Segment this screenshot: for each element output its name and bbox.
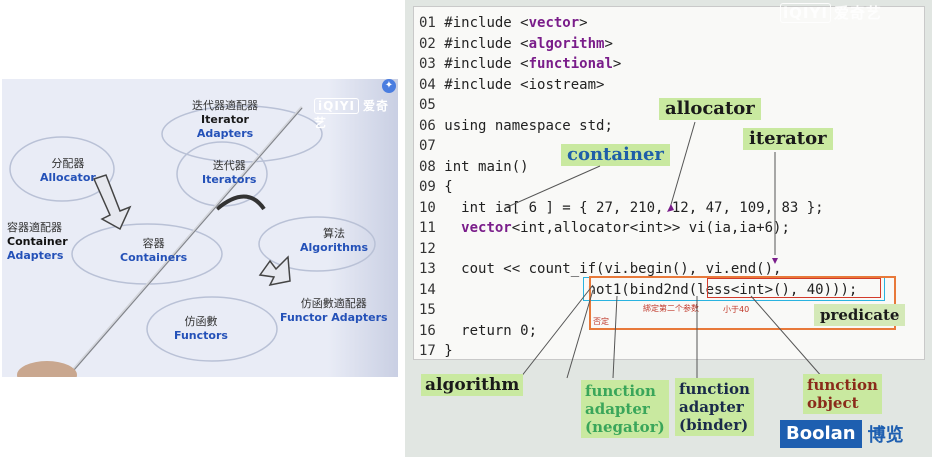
line-number: 14 bbox=[419, 281, 445, 298]
line-number: 17 bbox=[419, 343, 445, 359]
code-line: 15 bbox=[419, 300, 444, 320]
line-number: 03 bbox=[419, 56, 445, 72]
code-text: > bbox=[612, 56, 622, 72]
code-text: > bbox=[579, 15, 588, 31]
container-adapters-label: 容器適配器 Container Adapters bbox=[7, 221, 68, 262]
code-line: 12 bbox=[419, 239, 444, 259]
functors-label: 仿函數 Functors bbox=[174, 315, 228, 342]
code-line: 11 vector<int,allocator<int>> vi(ia,ia+6… bbox=[419, 218, 790, 238]
code-text: { bbox=[444, 179, 453, 195]
line-number: 12 bbox=[419, 240, 445, 257]
iterators-label: 迭代器 Iterators bbox=[202, 159, 257, 186]
line-number: 06 bbox=[419, 117, 445, 134]
containers-label: 容器 Containers bbox=[120, 237, 188, 264]
iterator-tag: iterator bbox=[743, 128, 833, 150]
code-line: 03 #include <functional> bbox=[419, 54, 621, 74]
code-line: 01 #include <vector> bbox=[419, 13, 588, 33]
line-number: 10 bbox=[419, 199, 445, 216]
less-than-note: 小于40 bbox=[723, 305, 750, 314]
negate-note: 否定 bbox=[593, 317, 609, 326]
hand bbox=[17, 361, 77, 377]
line-number: 07 bbox=[419, 138, 445, 154]
code-keyword: algorithm bbox=[528, 35, 605, 52]
code-line: 04 #include <iostream> bbox=[419, 75, 604, 95]
stl-diagram-slide: iQIYI 爱奇艺 ✦ 迭代器適配器 Iterator Adapters 分配器 … bbox=[2, 79, 398, 377]
allocator-tag: allocator bbox=[659, 98, 761, 120]
allocator-label: 分配器 Allocator bbox=[40, 157, 96, 184]
line-number: 05 bbox=[419, 97, 445, 113]
code-slide: 01 #include <vector> 02 #include <algorit… bbox=[405, 0, 932, 457]
code-text: using namespace std; bbox=[444, 117, 613, 134]
code-text: <int,allocator<int>> vi(ia,ia+6); bbox=[511, 220, 790, 236]
code-text: cout << count_if(vi.begin(), vi.end(), bbox=[444, 261, 782, 277]
line-number: 16 bbox=[419, 322, 445, 339]
badge-icon: ✦ bbox=[382, 79, 396, 93]
code-line: 06 using namespace std; bbox=[419, 116, 613, 136]
code-text: #include < bbox=[444, 15, 529, 31]
line-number: 04 bbox=[419, 76, 445, 93]
code-line: 16 return 0; bbox=[419, 321, 537, 341]
boolan-logo: Boolan 博览 bbox=[780, 420, 904, 448]
line-number: 13 bbox=[419, 261, 445, 277]
algorithm-to-functor-arrow bbox=[258, 255, 291, 287]
code-line: 09 { bbox=[419, 177, 453, 197]
code-line: 17 } bbox=[419, 341, 453, 361]
line-number: 08 bbox=[419, 158, 445, 175]
code-text: #include <iostream> bbox=[444, 76, 605, 93]
function-adapter-binder-label: function adapter (binder) bbox=[675, 378, 754, 436]
code-keyword: vector bbox=[528, 15, 580, 31]
code-keyword: vector bbox=[461, 220, 512, 236]
container-tag: container bbox=[561, 144, 670, 166]
code-text: > bbox=[604, 35, 613, 52]
functor-adapters-label: 仿函數適配器 Functor Adapters bbox=[280, 297, 388, 324]
code-text: int ia[ 6 ] = { 27, 210, 12, 47, 109, 83… bbox=[444, 199, 824, 216]
algorithm-label: algorithm bbox=[421, 374, 524, 396]
predicate-tag: predicate bbox=[814, 304, 906, 326]
code-text: #include < bbox=[444, 35, 529, 52]
line-number: 02 bbox=[419, 35, 445, 52]
code-line: 10 int ia[ 6 ] = { 27, 210, 12, 47, 109,… bbox=[419, 198, 824, 218]
line-number: 11 bbox=[419, 220, 445, 236]
code-line: 08 int main() bbox=[419, 157, 529, 177]
function-object-label: function object bbox=[803, 374, 882, 414]
code-keyword: functional bbox=[528, 56, 613, 72]
allocator-to-container-arrow bbox=[92, 174, 132, 231]
function-adapter-negator-label: function adapter (negator) bbox=[581, 380, 669, 438]
algorithms-label: 算法 Algorithms bbox=[300, 227, 369, 254]
code-text: return 0; bbox=[444, 322, 538, 339]
code-line: 02 #include <algorithm> bbox=[419, 34, 613, 54]
line-number: 09 bbox=[419, 179, 445, 195]
code-line: 07 bbox=[419, 136, 444, 156]
bind-second-note: 綁定第二个参数 bbox=[643, 304, 699, 313]
iqiyi-watermark: iQIYI 爱奇艺 bbox=[314, 98, 389, 130]
code-text: } bbox=[444, 343, 453, 359]
line-number: 01 bbox=[419, 15, 445, 31]
iterator-adapters-label: 迭代器適配器 Iterator Adapters bbox=[192, 99, 258, 140]
code-text: #include < bbox=[444, 56, 529, 72]
iqiyi-watermark-right: iQIYI 爱奇艺 bbox=[780, 2, 882, 23]
code-line: 05 bbox=[419, 95, 444, 115]
line-number: 15 bbox=[419, 302, 445, 318]
code-text: int main() bbox=[444, 158, 529, 175]
